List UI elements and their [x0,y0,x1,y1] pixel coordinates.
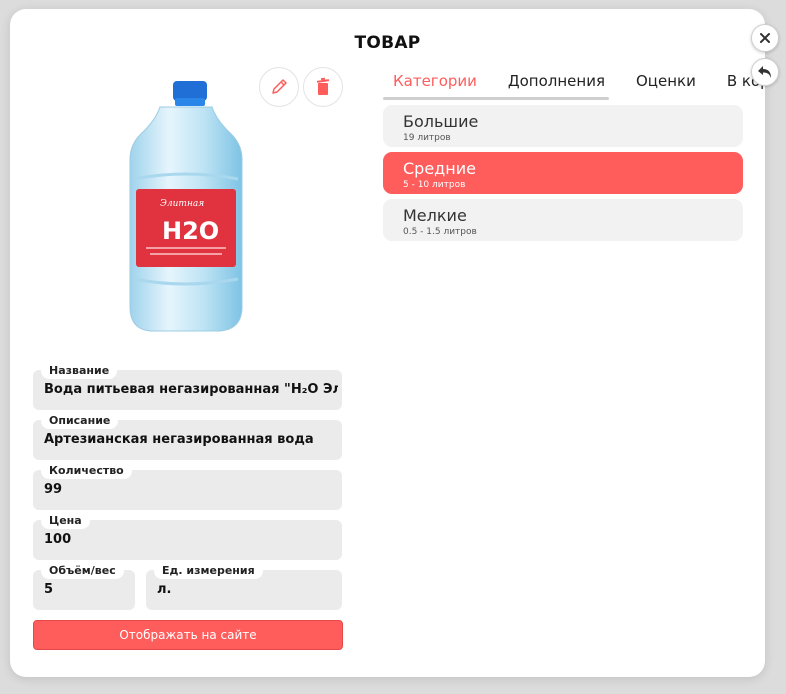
category-item-medium[interactable]: Средние 5 - 10 литров [383,152,743,194]
edit-button[interactable] [259,67,299,107]
unit-field-value: л. [157,582,172,597]
back-button[interactable] [751,58,779,86]
tab-ratings[interactable]: Оценки [626,72,696,90]
name-field[interactable]: Название Вода питьевая негазированная "H… [33,364,342,410]
bottle-logo-text: H2O [162,217,219,245]
unit-field-label: Ед. измерения [154,564,263,579]
tab-additions[interactable]: Дополнения [498,72,605,90]
tab-bar: КатегорииДополненияОценкиВ корзине [383,71,765,95]
bottle-brand-text: Элитная [160,199,204,209]
category-name: Большие [403,112,479,131]
delete-button[interactable] [303,67,343,107]
price-field-value: 100 [44,532,72,547]
description-field-value: Артезианская негазированная вода [44,432,314,447]
category-item-large[interactable]: Большие 19 литров [383,105,743,147]
name-field-value: Вода питьевая негазированная "H₂O Элитна… [44,382,338,397]
price-field[interactable]: Цена 100 [33,514,342,560]
product-modal: ТОВАР Элитная H2O Название Вода питьевая… [10,9,765,677]
price-field-label: Цена [41,514,90,529]
category-name: Мелкие [403,206,467,225]
pencil-icon [272,79,287,94]
category-subtitle: 5 - 10 литров [403,180,466,190]
category-subtitle: 0.5 - 1.5 литров [403,227,477,237]
category-item-small[interactable]: Мелкие 0.5 - 1.5 литров [383,199,743,241]
category-subtitle: 19 литров [403,133,451,143]
volume-field-value: 5 [44,582,54,597]
back-arrow-icon [758,66,771,78]
quantity-field-value: 99 [44,482,63,497]
quantity-field-label: Количество [41,464,132,479]
quantity-field[interactable]: Количество 99 [33,464,342,510]
trash-icon [316,77,330,95]
category-name: Средние [403,159,476,178]
tab-categories[interactable]: Категории [383,72,477,90]
description-field[interactable]: Описание Артезианская негазированная вод… [33,414,342,460]
name-field-label: Название [41,364,118,379]
volume-field-label: Объём/вес [41,564,124,579]
description-field-label: Описание [41,414,119,429]
product-image: Элитная H2O [129,81,243,332]
close-icon [760,33,770,43]
tab-scrollbar[interactable] [383,97,609,100]
show-on-site-button[interactable]: Отображать на сайте [33,620,343,650]
volume-field[interactable]: Объём/вес 5 [33,564,135,610]
close-button[interactable] [751,24,779,52]
unit-field[interactable]: Ед. измерения л. [146,564,342,610]
modal-title: ТОВАР [354,33,421,53]
